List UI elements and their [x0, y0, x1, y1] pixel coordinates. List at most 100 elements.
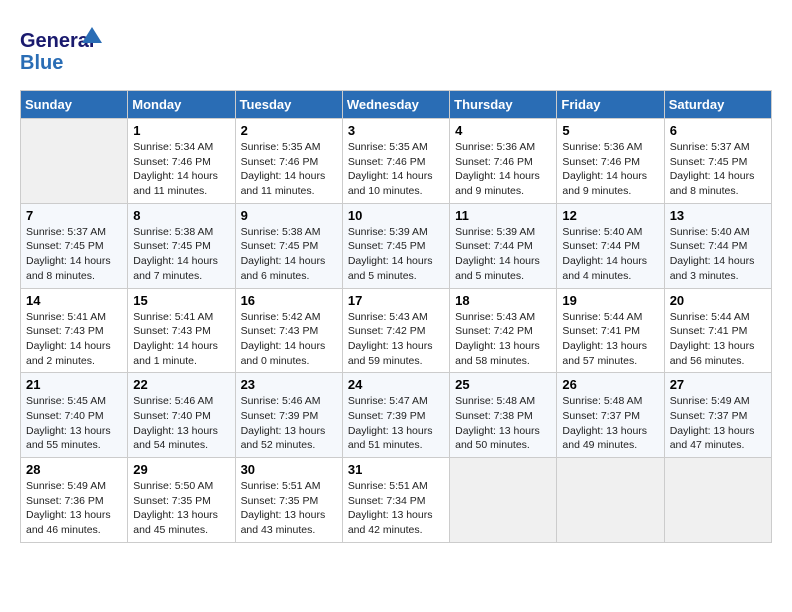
calendar-cell: 20Sunrise: 5:44 AMSunset: 7:41 PMDayligh…: [664, 288, 771, 373]
day-info: Sunrise: 5:43 AMSunset: 7:42 PMDaylight:…: [348, 310, 444, 369]
day-info: Sunrise: 5:48 AMSunset: 7:37 PMDaylight:…: [562, 394, 658, 453]
day-number: 22: [133, 377, 229, 392]
day-number: 6: [670, 123, 766, 138]
calendar-week-row: 14 Sunrise: 5:41 AMSunset: 7:43 PMDayligh…: [21, 288, 772, 373]
calendar-cell: 15Sunrise: 5:41 AMSunset: 7:43 PMDayligh…: [128, 288, 235, 373]
calendar-cell: 24 Sunrise: 5:47 AMSunset: 7:39 PMDayligh…: [342, 373, 449, 458]
calendar-cell: 30 Sunrise: 5:51 AMSunset: 7:35 PMDayligh…: [235, 458, 342, 543]
calendar-cell: 5 Sunrise: 5:36 AMSunset: 7:46 PMDaylight…: [557, 119, 664, 204]
day-number: 10: [348, 208, 444, 223]
calendar-cell: 11 Sunrise: 5:39 AMSunset: 7:44 PMDayligh…: [450, 203, 557, 288]
day-number: 4: [455, 123, 551, 138]
day-info: Sunrise: 5:48 AMSunset: 7:38 PMDaylight:…: [455, 394, 551, 453]
calendar-cell: 25 Sunrise: 5:48 AMSunset: 7:38 PMDayligh…: [450, 373, 557, 458]
day-number: 9: [241, 208, 337, 223]
day-number: 13: [670, 208, 766, 223]
calendar-cell: 7 Sunrise: 5:37 AMSunset: 7:45 PMDaylight…: [21, 203, 128, 288]
page-header: General Blue: [20, 20, 772, 80]
day-info: Sunrise: 5:43 AMSunset: 7:42 PMDaylight:…: [455, 310, 551, 369]
day-info: Sunrise: 5:47 AMSunset: 7:39 PMDaylight:…: [348, 394, 444, 453]
calendar-cell: 6 Sunrise: 5:37 AMSunset: 7:45 PMDaylight…: [664, 119, 771, 204]
calendar-cell: 19 Sunrise: 5:44 AMSunset: 7:41 PMDayligh…: [557, 288, 664, 373]
day-info: Sunrise: 5:50 AMSunset: 7:35 PMDaylight:…: [133, 479, 229, 538]
day-info: Sunrise: 5:37 AMSunset: 7:45 PMDaylight:…: [670, 140, 766, 199]
day-info: Sunrise: 5:34 AMSunset: 7:46 PMDaylight:…: [133, 140, 229, 199]
weekday-header-tuesday: Tuesday: [235, 91, 342, 119]
calendar-cell: 23 Sunrise: 5:46 AMSunset: 7:39 PMDayligh…: [235, 373, 342, 458]
day-number: 1: [133, 123, 229, 138]
day-info: Sunrise: 5:51 AMSunset: 7:35 PMDaylight:…: [241, 479, 337, 538]
day-info: Sunrise: 5:36 AMSunset: 7:46 PMDaylight:…: [562, 140, 658, 199]
day-number: 23: [241, 377, 337, 392]
day-number: 28: [26, 462, 122, 477]
calendar-cell: 17 Sunrise: 5:43 AMSunset: 7:42 PMDayligh…: [342, 288, 449, 373]
day-info: Sunrise: 5:39 AMSunset: 7:45 PMDaylight:…: [348, 225, 444, 284]
day-number: 17: [348, 293, 444, 308]
day-number: 24: [348, 377, 444, 392]
day-number: 26: [562, 377, 658, 392]
calendar-cell: 29 Sunrise: 5:50 AMSunset: 7:35 PMDayligh…: [128, 458, 235, 543]
calendar-cell: 14 Sunrise: 5:41 AMSunset: 7:43 PMDayligh…: [21, 288, 128, 373]
day-info: Sunrise: 5:39 AMSunset: 7:44 PMDaylight:…: [455, 225, 551, 284]
calendar-cell: 16 Sunrise: 5:42 AMSunset: 7:43 PMDayligh…: [235, 288, 342, 373]
calendar-cell: 1 Sunrise: 5:34 AMSunset: 7:46 PMDaylight…: [128, 119, 235, 204]
day-info: Sunrise: 5:36 AMSunset: 7:46 PMDaylight:…: [455, 140, 551, 199]
day-number: 21: [26, 377, 122, 392]
day-info: Sunrise: 5:51 AMSunset: 7:34 PMDaylight:…: [348, 479, 444, 538]
day-number: 5: [562, 123, 658, 138]
day-number: 31: [348, 462, 444, 477]
day-number: 3: [348, 123, 444, 138]
day-info: Sunrise: 5:41 AMSunset: 7:43 PMDaylight:…: [133, 310, 229, 369]
day-number: 19: [562, 293, 658, 308]
logo: General Blue: [20, 20, 110, 80]
logo-svg: General Blue: [20, 25, 110, 80]
day-info: Sunrise: 5:40 AMSunset: 7:44 PMDaylight:…: [562, 225, 658, 284]
day-number: 14: [26, 293, 122, 308]
calendar-cell: 22Sunrise: 5:46 AMSunset: 7:40 PMDayligh…: [128, 373, 235, 458]
day-info: Sunrise: 5:42 AMSunset: 7:43 PMDaylight:…: [241, 310, 337, 369]
day-number: 7: [26, 208, 122, 223]
day-number: 25: [455, 377, 551, 392]
day-info: Sunrise: 5:35 AMSunset: 7:46 PMDaylight:…: [348, 140, 444, 199]
calendar-cell: 9Sunrise: 5:38 AMSunset: 7:45 PMDaylight…: [235, 203, 342, 288]
day-info: Sunrise: 5:44 AMSunset: 7:41 PMDaylight:…: [562, 310, 658, 369]
weekday-header-thursday: Thursday: [450, 91, 557, 119]
day-number: 16: [241, 293, 337, 308]
day-info: Sunrise: 5:44 AMSunset: 7:41 PMDaylight:…: [670, 310, 766, 369]
day-number: 2: [241, 123, 337, 138]
weekday-header-friday: Friday: [557, 91, 664, 119]
day-number: 27: [670, 377, 766, 392]
calendar-cell: 26 Sunrise: 5:48 AMSunset: 7:37 PMDayligh…: [557, 373, 664, 458]
calendar-week-row: 21Sunrise: 5:45 AMSunset: 7:40 PMDayligh…: [21, 373, 772, 458]
calendar-week-row: 28 Sunrise: 5:49 AMSunset: 7:36 PMDayligh…: [21, 458, 772, 543]
day-number: 18: [455, 293, 551, 308]
calendar-cell: [557, 458, 664, 543]
calendar-cell: [21, 119, 128, 204]
day-number: 30: [241, 462, 337, 477]
calendar-cell: [664, 458, 771, 543]
calendar-week-row: 1 Sunrise: 5:34 AMSunset: 7:46 PMDaylight…: [21, 119, 772, 204]
calendar-week-row: 7 Sunrise: 5:37 AMSunset: 7:45 PMDaylight…: [21, 203, 772, 288]
day-number: 11: [455, 208, 551, 223]
calendar-cell: 31 Sunrise: 5:51 AMSunset: 7:34 PMDayligh…: [342, 458, 449, 543]
day-number: 29: [133, 462, 229, 477]
day-number: 12: [562, 208, 658, 223]
day-info: Sunrise: 5:38 AMSunset: 7:45 PMDaylight:…: [133, 225, 229, 284]
day-info: Sunrise: 5:37 AMSunset: 7:45 PMDaylight:…: [26, 225, 122, 284]
calendar-cell: 10 Sunrise: 5:39 AMSunset: 7:45 PMDayligh…: [342, 203, 449, 288]
calendar-cell: 4 Sunrise: 5:36 AMSunset: 7:46 PMDaylight…: [450, 119, 557, 204]
calendar-cell: 8 Sunrise: 5:38 AMSunset: 7:45 PMDaylight…: [128, 203, 235, 288]
weekday-header-sunday: Sunday: [21, 91, 128, 119]
calendar-cell: 21Sunrise: 5:45 AMSunset: 7:40 PMDayligh…: [21, 373, 128, 458]
calendar-cell: 28 Sunrise: 5:49 AMSunset: 7:36 PMDayligh…: [21, 458, 128, 543]
day-info: Sunrise: 5:49 AMSunset: 7:36 PMDaylight:…: [26, 479, 122, 538]
weekday-header-row: SundayMondayTuesdayWednesdayThursdayFrid…: [21, 91, 772, 119]
day-info: Sunrise: 5:46 AMSunset: 7:39 PMDaylight:…: [241, 394, 337, 453]
calendar-cell: 3 Sunrise: 5:35 AMSunset: 7:46 PMDaylight…: [342, 119, 449, 204]
calendar-cell: 2Sunrise: 5:35 AMSunset: 7:46 PMDaylight…: [235, 119, 342, 204]
weekday-header-wednesday: Wednesday: [342, 91, 449, 119]
weekday-header-monday: Monday: [128, 91, 235, 119]
day-info: Sunrise: 5:41 AMSunset: 7:43 PMDaylight:…: [26, 310, 122, 369]
day-number: 8: [133, 208, 229, 223]
weekday-header-saturday: Saturday: [664, 91, 771, 119]
